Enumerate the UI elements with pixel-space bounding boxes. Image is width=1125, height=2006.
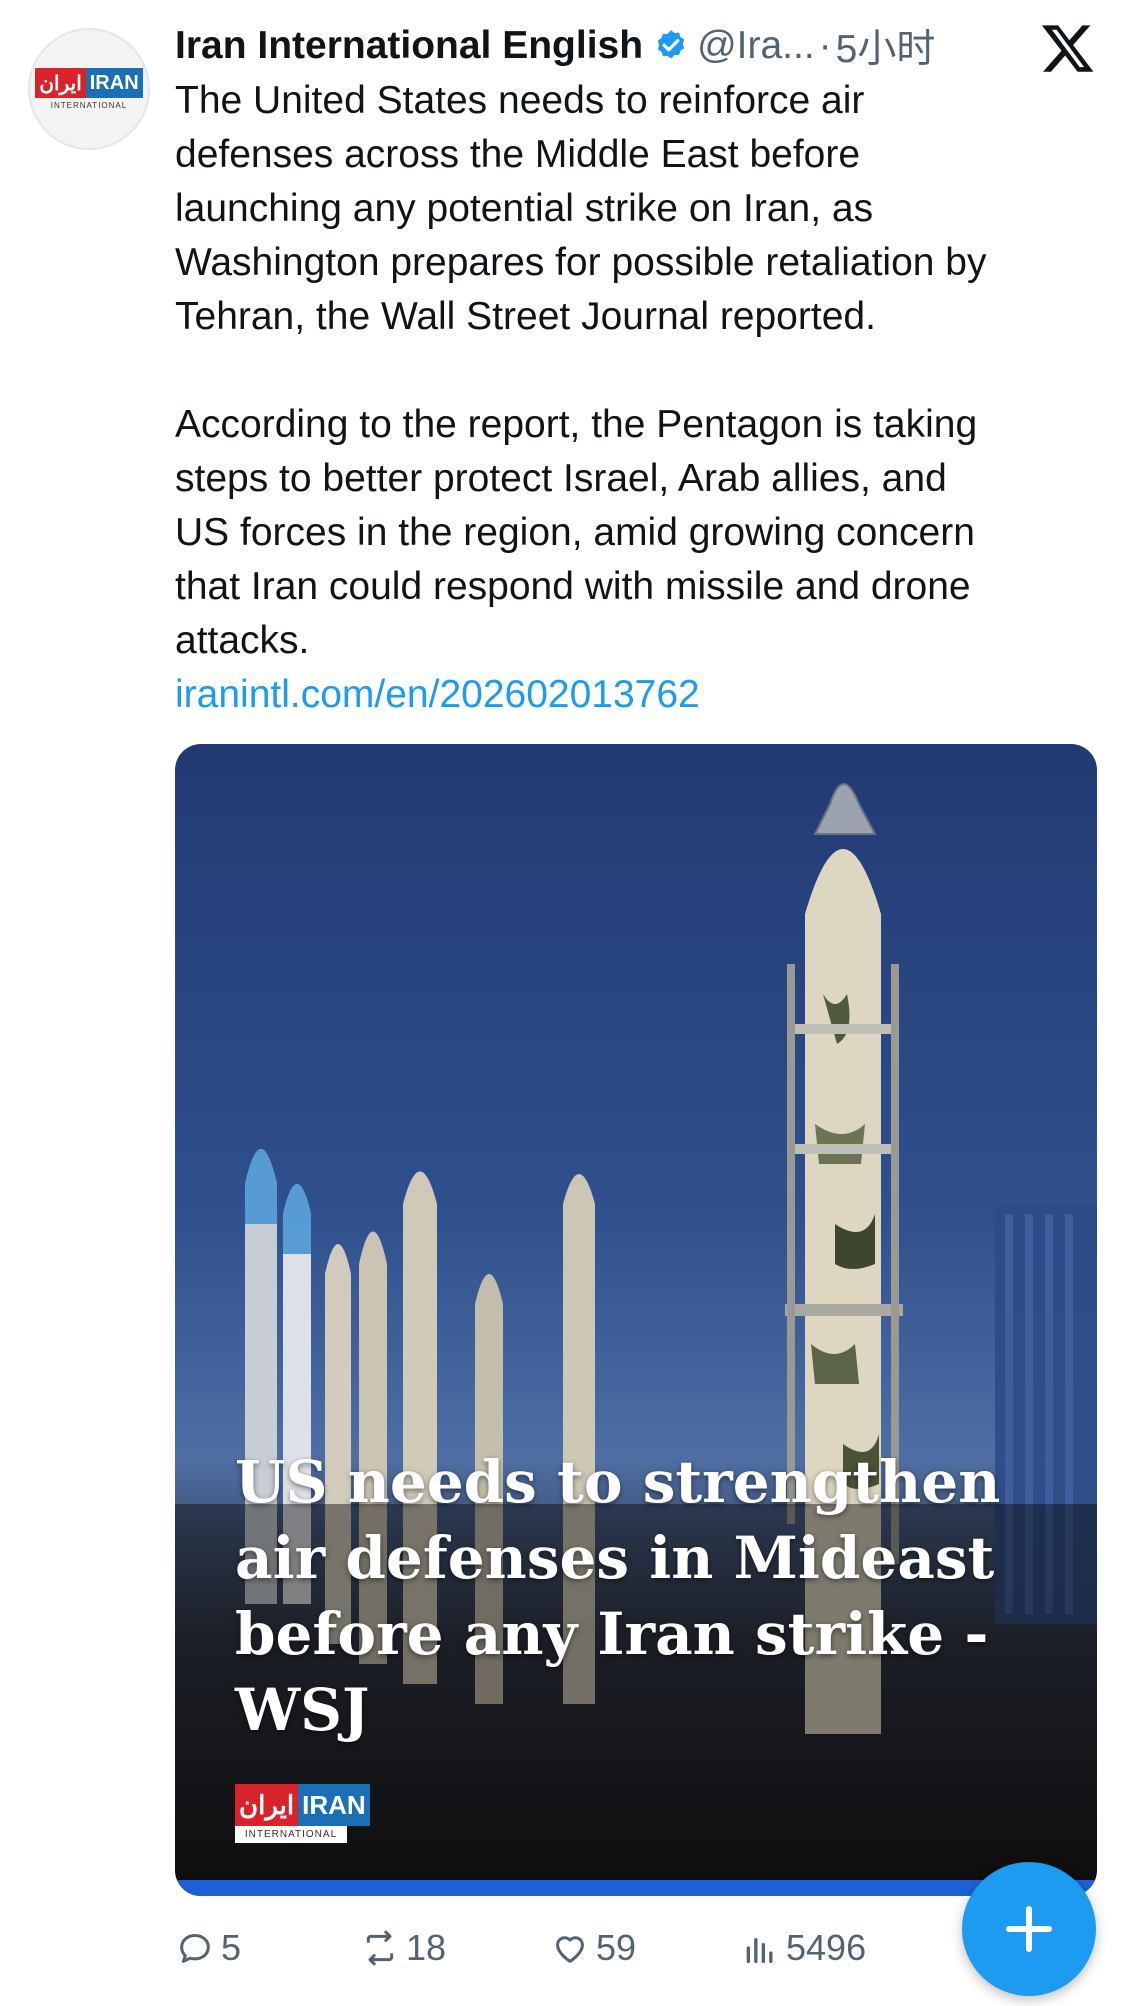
media-bottom-bar — [175, 1880, 1097, 1896]
media-logo-box: ایران IRAN — [235, 1784, 370, 1826]
author-handle[interactable]: @Ira... — [697, 24, 815, 68]
avatar[interactable]: ایران IRAN INTERNATIONAL — [28, 28, 150, 150]
repost-button[interactable]: 18 — [360, 1920, 446, 1976]
like-button[interactable]: 59 — [550, 1920, 636, 1976]
tweet-paragraph-1: The United States needs to reinforce air… — [175, 79, 987, 338]
x-logo-icon[interactable] — [1040, 20, 1096, 76]
media-logo-sub: INTERNATIONAL — [235, 1826, 347, 1843]
tweet-actions: 5 18 59 5496 — [175, 1920, 1075, 1976]
compose-button[interactable] — [962, 1862, 1096, 1996]
media-logo: ایران IRAN INTERNATIONAL — [235, 1784, 370, 1843]
tweet-header: Iran International English @Ira... · 5小时 — [175, 18, 935, 74]
repost-count: 18 — [406, 1927, 447, 1968]
media-logo-latin: IRAN — [298, 1784, 370, 1826]
tweet-body: The United States needs to reinforce air… — [175, 74, 1100, 722]
reply-icon — [180, 1934, 210, 1963]
tweet-timestamp[interactable]: 5小时 — [836, 18, 936, 74]
header-separator: · — [818, 24, 832, 67]
avatar-logo-sub: INTERNATIONAL — [50, 101, 128, 110]
tweet-media-image[interactable]: US needs to strengthen air defenses in M… — [175, 744, 1097, 1896]
like-count: 59 — [596, 1927, 637, 1968]
heart-icon — [556, 1936, 584, 1963]
views-button[interactable]: 5496 — [740, 1920, 866, 1976]
avatar-logo-persian: ایران — [35, 68, 86, 98]
media-headline: US needs to strengthen air defenses in M… — [235, 1448, 1001, 1744]
avatar-logo: ایران IRAN — [35, 68, 143, 98]
repost-icon — [366, 1930, 394, 1966]
view-count: 5496 — [786, 1927, 867, 1968]
avatar-logo-latin: IRAN — [85, 68, 143, 98]
author-name[interactable]: Iran International English — [175, 24, 643, 68]
reply-button[interactable]: 5 — [175, 1920, 241, 1976]
media-logo-persian: ایران — [235, 1784, 299, 1826]
plus-icon — [1006, 1906, 1052, 1952]
reply-count: 5 — [221, 1927, 242, 1968]
tweet-link[interactable]: iranintl.com/en/202602013762 — [175, 668, 1100, 722]
tweet-paragraph-2: According to the report, the Pentagon is… — [175, 403, 978, 662]
views-icon — [746, 1938, 773, 1963]
verified-badge-icon — [657, 30, 685, 59]
